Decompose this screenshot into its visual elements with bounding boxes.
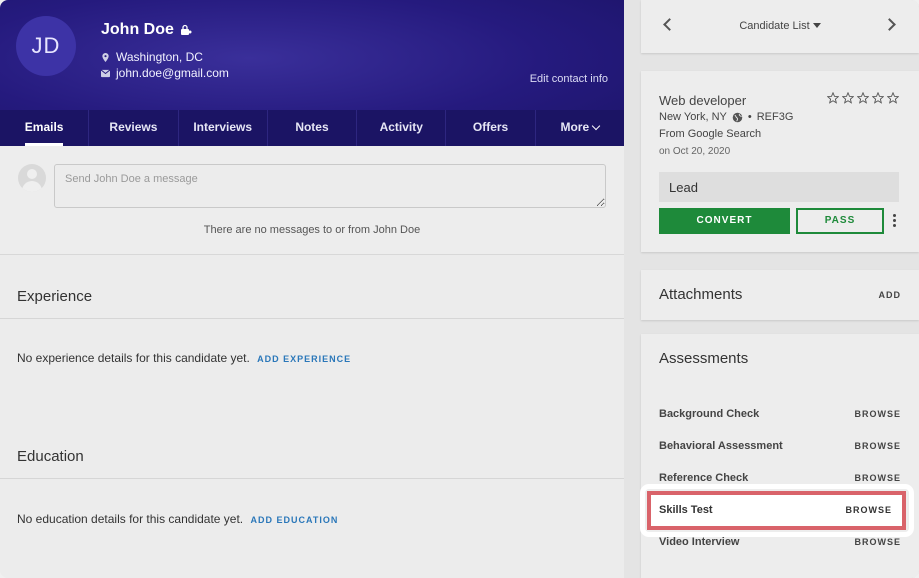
caret-down-icon bbox=[812, 23, 821, 28]
avatar: JD bbox=[16, 16, 76, 76]
star-icon[interactable] bbox=[827, 92, 839, 104]
assessment-row-skills-test[interactable]: Skills Test BROWSE bbox=[647, 491, 906, 530]
tab-emails[interactable]: Emails bbox=[0, 110, 90, 146]
star-icon[interactable] bbox=[842, 92, 854, 104]
job-card: Web developer New York, NY • REF3G From … bbox=[641, 71, 919, 252]
add-experience-link[interactable]: ADD EXPERIENCE bbox=[257, 354, 351, 364]
browse-button[interactable]: BROWSE bbox=[855, 473, 902, 483]
star-icon[interactable] bbox=[857, 92, 869, 104]
assessments-title: Assessments bbox=[659, 350, 749, 367]
globe-icon bbox=[732, 112, 743, 122]
add-attachment-button[interactable]: ADD bbox=[879, 290, 902, 300]
job-source: From Google Search bbox=[659, 128, 762, 140]
education-empty: No education details for this candidate … bbox=[17, 512, 339, 526]
assessment-row: Behavioral Assessment BROWSE bbox=[659, 440, 902, 452]
browse-button[interactable]: BROWSE bbox=[855, 537, 902, 547]
experience-title: Experience bbox=[17, 288, 93, 305]
star-icon[interactable] bbox=[872, 92, 884, 104]
candidate-name: John Doe bbox=[101, 21, 192, 39]
candidate-name-text: John Doe bbox=[101, 21, 174, 38]
candidate-location: Washington, DC bbox=[101, 50, 203, 64]
assessments-card: Assessments Background Check BROWSE Beha… bbox=[641, 334, 919, 578]
attachments-card: Attachments ADD bbox=[641, 270, 919, 320]
tab-notes[interactable]: Notes bbox=[268, 110, 358, 146]
app-window: JD John Doe Washington, DC john.doe@gmai… bbox=[0, 0, 919, 578]
no-messages-text: There are no messages to or from John Do… bbox=[203, 224, 421, 236]
convert-button[interactable]: CONVERT bbox=[659, 208, 790, 234]
edit-contact-link[interactable]: Edit contact info bbox=[530, 73, 608, 85]
tab-activity[interactable]: Activity bbox=[357, 110, 447, 146]
education-section: Education No education details for this … bbox=[0, 432, 624, 578]
messages-panel: There are no messages to or from John Do… bbox=[0, 146, 624, 255]
chevron-down-icon bbox=[591, 121, 601, 131]
stage-field[interactable]: Lead bbox=[659, 172, 899, 202]
divider bbox=[0, 318, 624, 319]
add-education-link[interactable]: ADD EDUCATION bbox=[250, 515, 338, 525]
candidate-main-panel: JD John Doe Washington, DC john.doe@gmai… bbox=[0, 0, 624, 578]
browse-button[interactable]: BROWSE bbox=[846, 505, 893, 515]
candidate-email: john.doe@gmail.com bbox=[101, 66, 229, 80]
star-icon[interactable] bbox=[887, 92, 899, 104]
tab-offers[interactable]: Offers bbox=[446, 110, 536, 146]
job-date: on Oct 20, 2020 bbox=[659, 146, 731, 157]
candidate-navigator: Candidate List bbox=[641, 0, 919, 53]
job-title: Web developer bbox=[659, 93, 747, 108]
divider bbox=[0, 478, 624, 479]
candidate-list-dropdown[interactable]: Candidate List bbox=[641, 20, 919, 32]
pass-button[interactable]: PASS bbox=[796, 208, 884, 234]
candidate-header: JD John Doe Washington, DC john.doe@gmai… bbox=[0, 0, 624, 146]
assessment-row: Background Check BROWSE bbox=[659, 408, 902, 420]
user-avatar-icon bbox=[18, 164, 46, 192]
message-input[interactable] bbox=[54, 164, 606, 208]
more-options-icon[interactable] bbox=[893, 214, 897, 228]
tab-interviews[interactable]: Interviews bbox=[179, 110, 268, 146]
attachments-title: Attachments bbox=[659, 286, 743, 303]
tab-reviews[interactable]: Reviews bbox=[89, 110, 179, 146]
education-title: Education bbox=[17, 448, 84, 465]
rating-stars bbox=[827, 92, 899, 104]
mail-icon bbox=[101, 69, 110, 77]
candidate-tabs: Emails Reviews Interviews Notes Activity… bbox=[0, 110, 624, 146]
browse-button[interactable]: BROWSE bbox=[855, 409, 902, 419]
job-location: New York, NY • REF3G bbox=[659, 111, 794, 123]
experience-section: Experience No experience details for thi… bbox=[0, 272, 624, 422]
tab-more[interactable]: More bbox=[536, 110, 624, 146]
lock-icon bbox=[180, 24, 192, 35]
map-pin-icon bbox=[102, 52, 109, 62]
experience-empty: No experience details for this candidate… bbox=[17, 351, 352, 365]
browse-button[interactable]: BROWSE bbox=[855, 441, 902, 451]
